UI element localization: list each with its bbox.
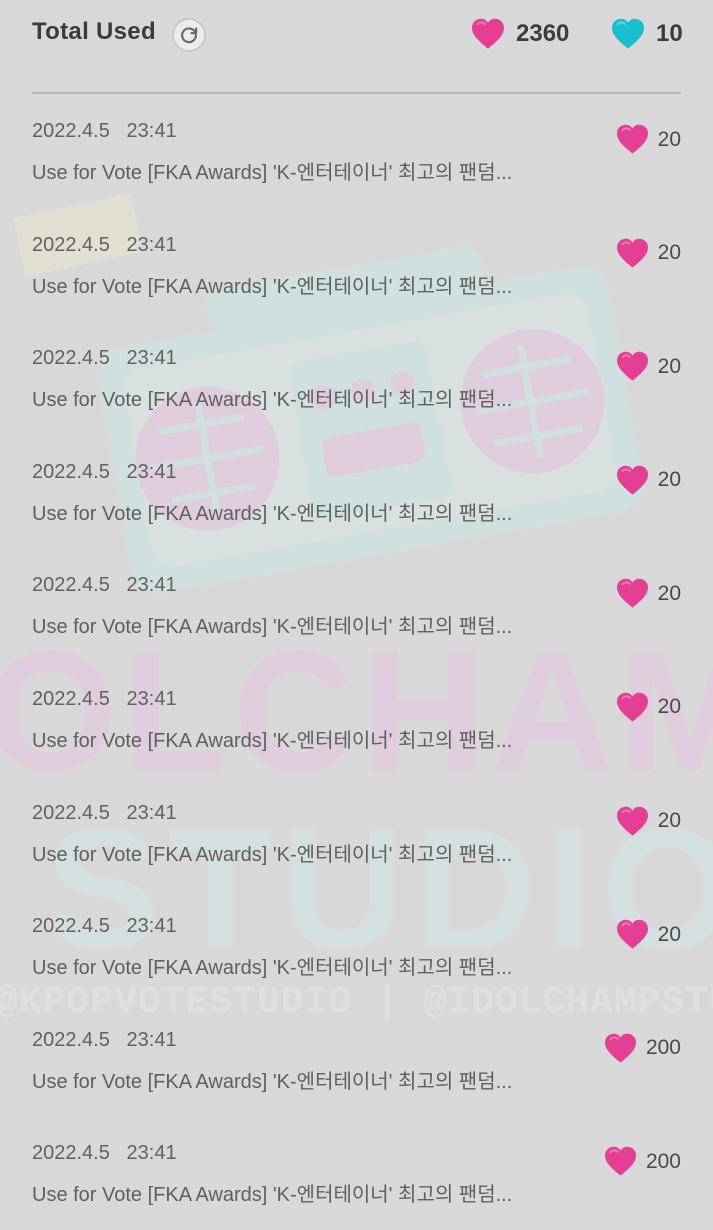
- entry-day: 2022.4.5: [32, 687, 110, 710]
- list-item: 2022.4.5 23:41 Use for Vote [FKA Awards]…: [32, 208, 681, 322]
- entry-amount: 20: [615, 351, 681, 382]
- entry-amount: 20: [615, 692, 681, 723]
- pink-total-value: 2360: [516, 20, 570, 47]
- entry-amount: 20: [615, 465, 681, 496]
- entry-time: 23:41: [126, 915, 177, 938]
- pink-heart-icon: [615, 692, 650, 723]
- entry-amount-value: 20: [657, 354, 681, 378]
- entry-date: 2022.4.5 23:41: [32, 915, 177, 938]
- list-item: 2022.4.5 23:41 Use for Vote [FKA Awards]…: [32, 1116, 681, 1230]
- entry-amount: 20: [615, 238, 681, 269]
- pink-heart-icon: [615, 465, 650, 496]
- cyan-heart-total: 10: [610, 18, 683, 50]
- entry-time: 23:41: [126, 801, 177, 824]
- entry-time: 23:41: [126, 1142, 177, 1165]
- entry-day: 2022.4.5: [32, 915, 110, 938]
- entry-amount-value: 20: [657, 127, 681, 151]
- entry-amount-value: 20: [657, 809, 681, 833]
- list-item: 2022.4.5 23:41 Use for Vote [FKA Awards]…: [32, 548, 681, 662]
- entry-date: 2022.4.5 23:41: [32, 1142, 177, 1165]
- entry-day: 2022.4.5: [32, 1142, 110, 1165]
- entry-time: 23:41: [126, 687, 177, 710]
- entry-amount: 20: [615, 124, 681, 155]
- entry-date: 2022.4.5 23:41: [32, 347, 177, 370]
- entry-description: Use for Vote [FKA Awards] 'K-엔터테이너' 최고의 …: [32, 389, 513, 412]
- entry-amount-value: 20: [657, 241, 681, 265]
- entry-date: 2022.4.5 23:41: [32, 120, 177, 143]
- entry-amount-value: 20: [657, 468, 681, 492]
- list-item: 2022.4.5 23:41 Use for Vote [FKA Awards]…: [32, 94, 681, 208]
- entry-time: 23:41: [126, 120, 177, 142]
- entry-day: 2022.4.5: [32, 233, 110, 256]
- list-item: 2022.4.5 23:41 Use for Vote [FKA Awards]…: [32, 889, 681, 1003]
- entry-description: Use for Vote [FKA Awards] 'K-엔터테이너' 최고의 …: [32, 729, 513, 752]
- entry-day: 2022.4.5: [32, 574, 110, 597]
- entry-time: 23:41: [126, 460, 177, 483]
- entry-amount: 20: [615, 919, 681, 950]
- entry-amount: 200: [603, 1146, 681, 1177]
- entry-amount-value: 20: [657, 922, 681, 946]
- entry-date: 2022.4.5 23:41: [32, 574, 177, 597]
- list-item: 2022.4.5 23:41 Use for Vote [FKA Awards]…: [32, 435, 681, 549]
- cyan-total-value: 10: [656, 20, 683, 47]
- entry-day: 2022.4.5: [32, 120, 110, 142]
- entry-amount: 200: [603, 1033, 681, 1064]
- entry-time: 23:41: [126, 347, 177, 370]
- entry-date: 2022.4.5 23:41: [32, 1029, 177, 1052]
- pink-heart-icon: [615, 919, 650, 950]
- usage-history-page: Total Used 2360 10 2022.4.5 23:41 Use fo…: [0, 0, 713, 1230]
- entry-description: Use for Vote [FKA Awards] 'K-엔터테이너' 최고의 …: [32, 1070, 513, 1093]
- entry-date: 2022.4.5 23:41: [32, 234, 177, 257]
- cyan-heart-icon: [610, 18, 646, 50]
- entry-day: 2022.4.5: [32, 1028, 110, 1051]
- page-title: Total Used: [32, 18, 156, 45]
- pink-heart-icon: [615, 578, 650, 609]
- pink-heart-icon: [615, 238, 650, 269]
- entry-date: 2022.4.5 23:41: [32, 461, 177, 484]
- entry-day: 2022.4.5: [32, 801, 110, 824]
- entry-date: 2022.4.5 23:41: [32, 802, 177, 825]
- pink-heart-icon: [470, 18, 506, 50]
- entry-day: 2022.4.5: [32, 347, 110, 370]
- entry-day: 2022.4.5: [32, 460, 110, 483]
- entry-description: Use for Vote [FKA Awards] 'K-엔터테이너' 최고의 …: [32, 843, 513, 866]
- entry-description: Use for Vote [FKA Awards] 'K-엔터테이너' 최고의 …: [32, 616, 513, 639]
- entry-amount-value: 200: [645, 1149, 681, 1173]
- refresh-button[interactable]: [172, 18, 206, 52]
- pink-heart-icon: [603, 1146, 638, 1177]
- entry-amount-value: 20: [657, 581, 681, 605]
- entry-amount: 20: [615, 806, 681, 837]
- pink-heart-icon: [615, 351, 650, 382]
- pink-heart-icon: [603, 1033, 638, 1064]
- entry-amount-value: 200: [645, 1036, 681, 1060]
- entry-time: 23:41: [126, 233, 177, 256]
- entry-description: Use for Vote [FKA Awards] 'K-엔터테이너' 최고의 …: [32, 957, 513, 980]
- entry-description: Use for Vote [FKA Awards] 'K-엔터테이너' 최고의 …: [32, 1184, 513, 1207]
- pink-heart-icon: [615, 124, 650, 155]
- list-item: 2022.4.5 23:41 Use for Vote [FKA Awards]…: [32, 321, 681, 435]
- entry-date: 2022.4.5 23:41: [32, 688, 177, 711]
- pink-heart-icon: [615, 806, 650, 837]
- list-item: 2022.4.5 23:41 Use for Vote [FKA Awards]…: [32, 662, 681, 776]
- entry-amount: 20: [615, 578, 681, 609]
- pink-heart-total: 2360: [470, 18, 569, 50]
- entry-amount-value: 20: [657, 695, 681, 719]
- entry-description: Use for Vote [FKA Awards] 'K-엔터테이너' 최고의 …: [32, 275, 513, 298]
- entry-time: 23:41: [126, 1028, 177, 1051]
- entry-description: Use for Vote [FKA Awards] 'K-엔터테이너' 최고의 …: [32, 502, 513, 525]
- list-item: 2022.4.5 23:41 Use for Vote [FKA Awards]…: [32, 776, 681, 890]
- list-item: 2022.4.5 23:41 Use for Vote [FKA Awards]…: [32, 1003, 681, 1117]
- refresh-icon: [178, 24, 200, 46]
- usage-list: 2022.4.5 23:41 Use for Vote [FKA Awards]…: [0, 94, 713, 1230]
- entry-description: Use for Vote [FKA Awards] 'K-엔터테이너' 최고의 …: [32, 162, 513, 184]
- entry-time: 23:41: [126, 574, 177, 597]
- header: Total Used 2360 10: [32, 0, 683, 94]
